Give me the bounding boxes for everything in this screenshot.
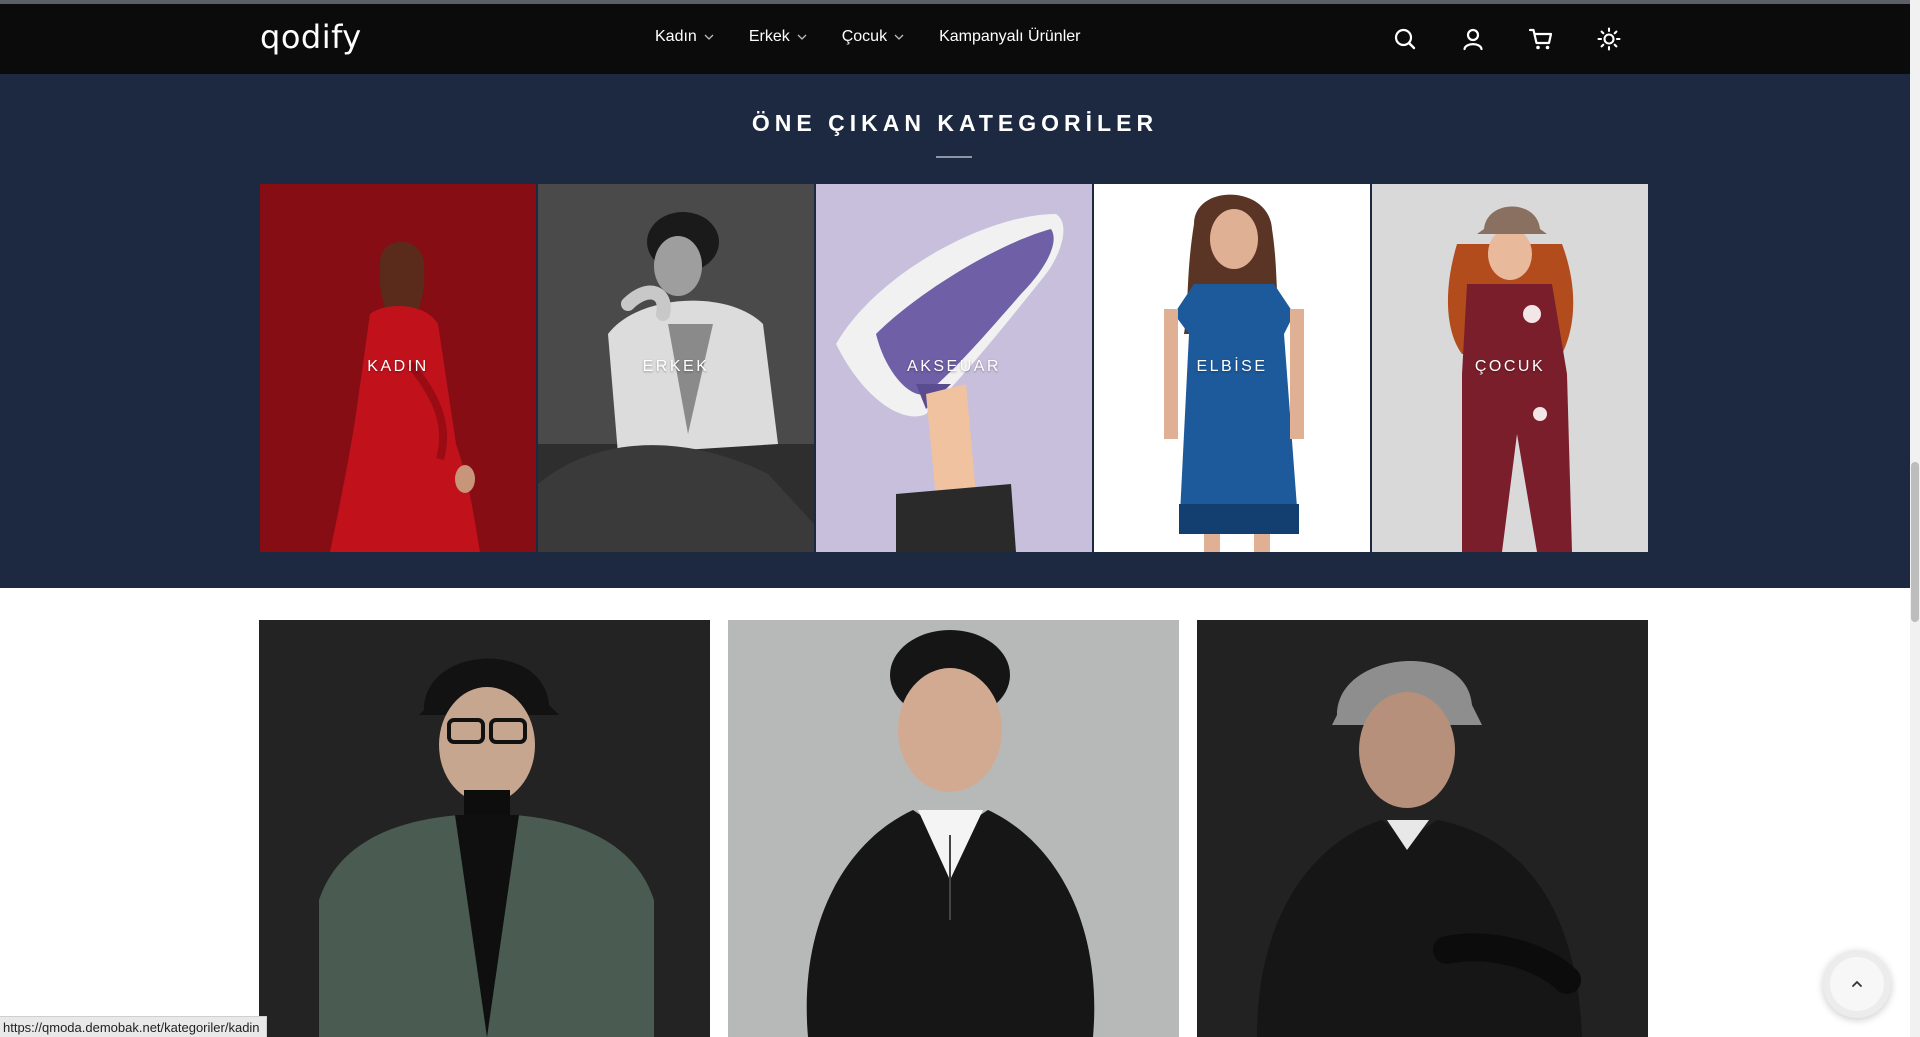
nav-item-erkek[interactable]: Erkek (749, 28, 808, 46)
search-icon[interactable] (1392, 26, 1418, 52)
chevron-down-icon (894, 34, 904, 40)
nav-item-kampanyali[interactable]: Kampanyalı Ürünler (939, 28, 1080, 46)
title-underline (936, 156, 972, 158)
back-to-top-button[interactable] (1823, 950, 1891, 1018)
cart-icon[interactable] (1528, 26, 1554, 52)
header-actions (1392, 26, 1622, 52)
category-card-kadin[interactable]: KADIN (260, 184, 536, 552)
back-to-top-inner (1830, 957, 1884, 1011)
nav-item-kadin[interactable]: Kadın (655, 28, 715, 46)
nav-label: Kampanyalı Ürünler (939, 28, 1081, 45)
nav-label: Erkek (748, 28, 790, 45)
category-card-erkek[interactable]: ERKEK (538, 184, 814, 552)
category-card-akseuar[interactable]: AKSEUAR (816, 184, 1092, 552)
nav-label: Çocuk (841, 28, 888, 45)
theme-toggle-icon[interactable] (1596, 26, 1622, 52)
category-label: KADIN (367, 358, 429, 375)
product-card[interactable] (1197, 620, 1648, 1037)
product-image (728, 620, 1179, 1037)
site-header: qodify Kadın Erkek Çocuk Kampanyalı Ürün… (0, 4, 1910, 74)
category-label: AKSEUAR (907, 358, 1001, 375)
status-bar-url: https://qmoda.demobak.net/kategoriler/ka… (0, 1016, 267, 1037)
brand-logo[interactable]: qodify (260, 18, 362, 56)
chevron-down-icon (797, 34, 807, 40)
chevron-down-icon (704, 34, 714, 40)
main-nav: Kadın Erkek Çocuk Kampanyalı Ürünler (655, 28, 1080, 46)
nav-label: Kadın (655, 28, 697, 45)
product-card[interactable] (728, 620, 1179, 1037)
section-title: ÖNE ÇIKAN KATEGORİLER (751, 110, 1159, 136)
chevron-up-icon (1852, 981, 1862, 987)
category-label: ELBİSE (1196, 358, 1268, 375)
category-card-cocuk[interactable]: ÇOCUK (1372, 184, 1648, 552)
nav-item-cocuk[interactable]: Çocuk (842, 28, 905, 46)
product-image (1197, 620, 1648, 1037)
page: qodify Kadın Erkek Çocuk Kampanyalı Ürün… (0, 0, 1920, 1037)
scrollbar-thumb[interactable] (1911, 462, 1919, 622)
category-label: ERKEK (642, 358, 710, 375)
category-card-elbise[interactable]: ELBİSE (1094, 184, 1370, 552)
featured-categories-section: ÖNE ÇIKAN KATEGORİLER KADIN ERKEK AKSEUA… (0, 74, 1910, 588)
product-image (259, 620, 710, 1037)
user-icon[interactable] (1460, 26, 1486, 52)
product-card[interactable] (259, 620, 710, 1037)
category-label: ÇOCUK (1474, 358, 1546, 375)
